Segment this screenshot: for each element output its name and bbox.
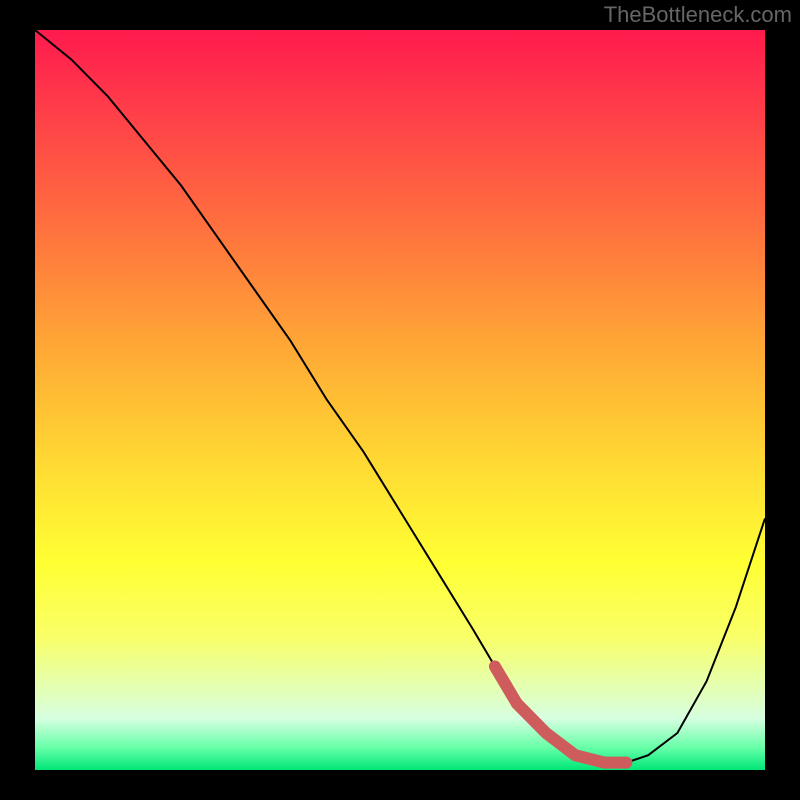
accent-segment — [495, 666, 626, 762]
watermark-text: TheBottleneck.com — [604, 2, 792, 28]
chart-frame: TheBottleneck.com — [0, 0, 800, 800]
plot-area — [35, 30, 765, 770]
bottleneck-curve — [35, 30, 765, 763]
chart-svg — [35, 30, 765, 770]
